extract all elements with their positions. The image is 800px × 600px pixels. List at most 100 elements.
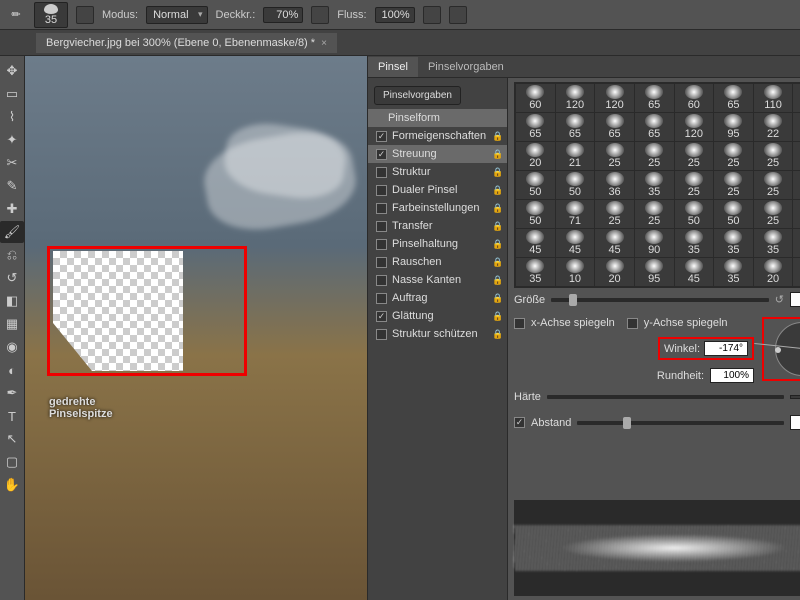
option-checkbox[interactable]: [376, 203, 387, 214]
wand-tool[interactable]: ✦: [0, 129, 24, 151]
brush-thumb[interactable]: 25: [635, 142, 674, 170]
brush-thumb[interactable]: 90: [635, 229, 674, 257]
option-pinselhaltung[interactable]: Pinselhaltung🔒: [368, 235, 507, 253]
brush-thumb[interactable]: 35: [714, 229, 753, 257]
brush-thumb[interactable]: 120: [675, 113, 714, 141]
flip-x-checkbox[interactable]: [514, 318, 525, 329]
lock-icon[interactable]: 🔒: [492, 311, 503, 322]
option-checkbox[interactable]: [376, 239, 387, 250]
gradient-tool[interactable]: ▦: [0, 313, 24, 335]
option-struktur-schützen[interactable]: Struktur schützen🔒: [368, 325, 507, 343]
brush-thumb[interactable]: 50: [516, 171, 555, 199]
lock-icon[interactable]: 🔒: [492, 221, 503, 232]
size-pressure-icon[interactable]: [449, 6, 467, 24]
angle-input[interactable]: -174°: [704, 341, 748, 356]
pen-tool[interactable]: ✒: [0, 382, 24, 404]
brush-thumb[interactable]: 35: [635, 171, 674, 199]
spacing-input[interactable]: 25%: [790, 415, 800, 430]
spacing-slider[interactable]: [577, 421, 784, 425]
tab-brush-presets[interactable]: Pinselvorgaben: [418, 57, 514, 77]
lock-icon[interactable]: 🔒: [492, 185, 503, 196]
option-checkbox[interactable]: [376, 329, 387, 340]
brush-thumb[interactable]: 35: [714, 258, 753, 286]
brush-thumb[interactable]: 25: [714, 171, 753, 199]
eyedropper-tool[interactable]: ✎: [0, 175, 24, 197]
brush-thumb[interactable]: 22: [754, 113, 793, 141]
brush-thumb[interactable]: 23: [793, 229, 800, 257]
eraser-tool[interactable]: ◧: [0, 290, 24, 312]
marquee-tool[interactable]: ▭: [0, 83, 24, 105]
brush-thumb[interactable]: 45: [675, 258, 714, 286]
type-tool[interactable]: T: [0, 405, 24, 427]
option-dualer-pinsel[interactable]: Dualer Pinsel🔒: [368, 181, 507, 199]
brush-thumb[interactable]: 65: [516, 113, 555, 141]
brush-thumb[interactable]: 25: [754, 142, 793, 170]
reset-size-icon[interactable]: ↺: [775, 293, 784, 306]
option-rauschen[interactable]: Rauschen🔒: [368, 253, 507, 271]
document-tab[interactable]: Bergviecher.jpg bei 300% (Ebene 0, Ebene…: [36, 33, 337, 53]
brush-tip-shape-row[interactable]: Pinselform: [368, 109, 507, 127]
lock-icon[interactable]: 🔒: [492, 275, 503, 286]
brush-thumb[interactable]: 35: [754, 229, 793, 257]
brush-thumb[interactable]: 65: [556, 113, 595, 141]
brush-tip-grid[interactable]: 6012012065606511090656565651209522952021…: [514, 82, 800, 288]
brush-thumb[interactable]: 25: [754, 171, 793, 199]
lock-icon[interactable]: 🔒: [492, 131, 503, 142]
option-checkbox[interactable]: [376, 185, 387, 196]
document-canvas[interactable]: gedrehte Pinselspitze: [25, 56, 367, 600]
option-streuung[interactable]: Streuung🔒: [368, 145, 507, 163]
brush-thumb[interactable]: 25: [793, 142, 800, 170]
brush-thumb[interactable]: 13: [793, 258, 800, 286]
brush-thumb[interactable]: 35: [516, 258, 555, 286]
brush-thumb[interactable]: 20: [595, 258, 634, 286]
brush-thumb[interactable]: 25: [635, 200, 674, 228]
blend-mode-dropdown[interactable]: Normal: [146, 6, 207, 24]
brush-thumb[interactable]: 25: [675, 171, 714, 199]
angle-dial[interactable]: [775, 322, 800, 376]
brush-thumb[interactable]: 65: [595, 113, 634, 141]
lock-icon[interactable]: 🔒: [492, 167, 503, 178]
heal-tool[interactable]: ✚: [0, 198, 24, 220]
brush-thumb[interactable]: 25: [754, 200, 793, 228]
brush-thumb[interactable]: 35: [675, 229, 714, 257]
spacing-checkbox[interactable]: [514, 417, 525, 428]
option-checkbox[interactable]: [376, 311, 387, 322]
lock-icon[interactable]: 🔒: [492, 293, 503, 304]
brush-thumb[interactable]: 45: [595, 229, 634, 257]
option-checkbox[interactable]: [376, 293, 387, 304]
size-input[interactable]: 35 Px: [790, 292, 800, 307]
opacity-input[interactable]: 70%: [263, 7, 303, 23]
roundness-input[interactable]: 100%: [710, 368, 754, 383]
option-glättung[interactable]: Glättung🔒: [368, 307, 507, 325]
path-tool[interactable]: ↖: [0, 428, 24, 450]
brush-thumb[interactable]: 25: [714, 142, 753, 170]
blur-tool[interactable]: ◉: [0, 336, 24, 358]
option-checkbox[interactable]: [376, 149, 387, 160]
brush-panel-toggle-icon[interactable]: [76, 6, 94, 24]
move-tool[interactable]: ✥: [0, 60, 24, 82]
option-transfer[interactable]: Transfer🔒: [368, 217, 507, 235]
flow-input[interactable]: 100%: [375, 7, 415, 23]
brush-thumb[interactable]: 110: [754, 84, 793, 112]
brush-preset-picker[interactable]: 35: [34, 2, 68, 28]
tab-brush[interactable]: Pinsel: [368, 57, 418, 77]
option-nasse-kanten[interactable]: Nasse Kanten🔒: [368, 271, 507, 289]
dodge-tool[interactable]: ◐: [0, 359, 24, 381]
brush-thumb[interactable]: 50: [675, 200, 714, 228]
size-slider[interactable]: [551, 298, 769, 302]
brush-thumb[interactable]: 25: [595, 200, 634, 228]
option-farbeinstellungen[interactable]: Farbeinstellungen🔒: [368, 199, 507, 217]
brush-thumb[interactable]: 25: [595, 142, 634, 170]
lasso-tool[interactable]: ⌇: [0, 106, 24, 128]
brush-tool[interactable]: 🖌: [0, 221, 24, 243]
lock-icon[interactable]: 🔒: [492, 203, 503, 214]
option-struktur[interactable]: Struktur🔒: [368, 163, 507, 181]
shape-tool[interactable]: ▢: [0, 451, 24, 473]
lock-icon[interactable]: 🔒: [492, 329, 503, 340]
crop-tool[interactable]: ✂: [0, 152, 24, 174]
brush-thumb[interactable]: 120: [595, 84, 634, 112]
opacity-pressure-icon[interactable]: [311, 6, 329, 24]
brush-thumb[interactable]: 65: [714, 84, 753, 112]
lock-icon[interactable]: 🔒: [492, 149, 503, 160]
option-checkbox[interactable]: [376, 275, 387, 286]
